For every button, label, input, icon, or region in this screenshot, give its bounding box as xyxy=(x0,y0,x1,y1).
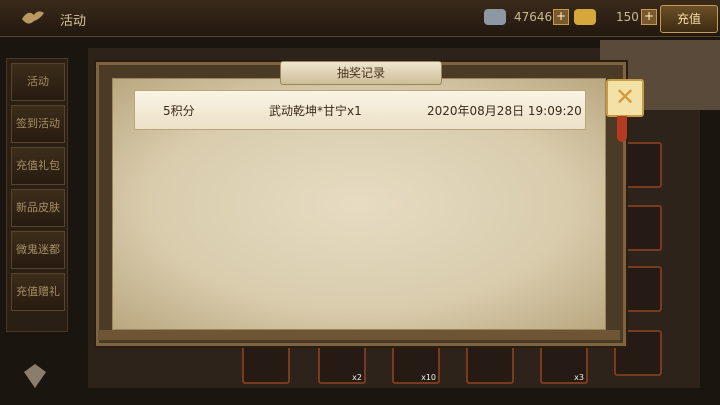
add-silver-button[interactable]: + xyxy=(553,9,569,25)
sidebar-item-recharge-pack[interactable]: 充值礼包 xyxy=(11,147,65,185)
emblem-icon[interactable] xyxy=(22,362,48,390)
add-gold-button[interactable]: + xyxy=(641,9,657,25)
record-points: 5积分 xyxy=(163,104,195,118)
close-button[interactable]: ✕ xyxy=(606,79,644,117)
tassel-decoration xyxy=(617,116,627,142)
dialog-title: 抽奖记录 xyxy=(280,61,442,85)
gold-ingot-icon xyxy=(574,9,596,25)
recharge-button[interactable]: 充值 xyxy=(660,5,718,33)
silver-ingot-icon xyxy=(484,9,506,25)
record-time: 2020年08月28日 19:09:20 xyxy=(427,104,582,118)
logo-icon xyxy=(22,11,44,24)
sidebar: 活动 签到活动 充值礼包 新品皮肤 微鬼迷都 充值赠礼 xyxy=(6,58,68,332)
sidebar-item-activity[interactable]: 活动 xyxy=(11,63,65,101)
record-item: 武动乾坤*甘宁x1 xyxy=(269,104,362,118)
top-bar: 活动 47646 + 150 + 充值 xyxy=(0,0,720,37)
silver-count: 47646 xyxy=(514,10,553,24)
page-title: 活动 xyxy=(60,14,87,29)
record-row: 5积分 武动乾坤*甘宁x1 2020年08月28日 19:09:20 xyxy=(134,90,586,130)
sidebar-item-recharge-gift[interactable]: 充值赠礼 xyxy=(11,273,65,311)
sidebar-item-new-skin[interactable]: 新品皮肤 xyxy=(11,189,65,227)
sidebar-item-signin[interactable]: 签到活动 xyxy=(11,105,65,143)
gold-count: 150 xyxy=(616,10,639,24)
sidebar-item-ghost-maze[interactable]: 微鬼迷都 xyxy=(11,231,65,269)
dialog-bottom-edge xyxy=(98,330,620,340)
